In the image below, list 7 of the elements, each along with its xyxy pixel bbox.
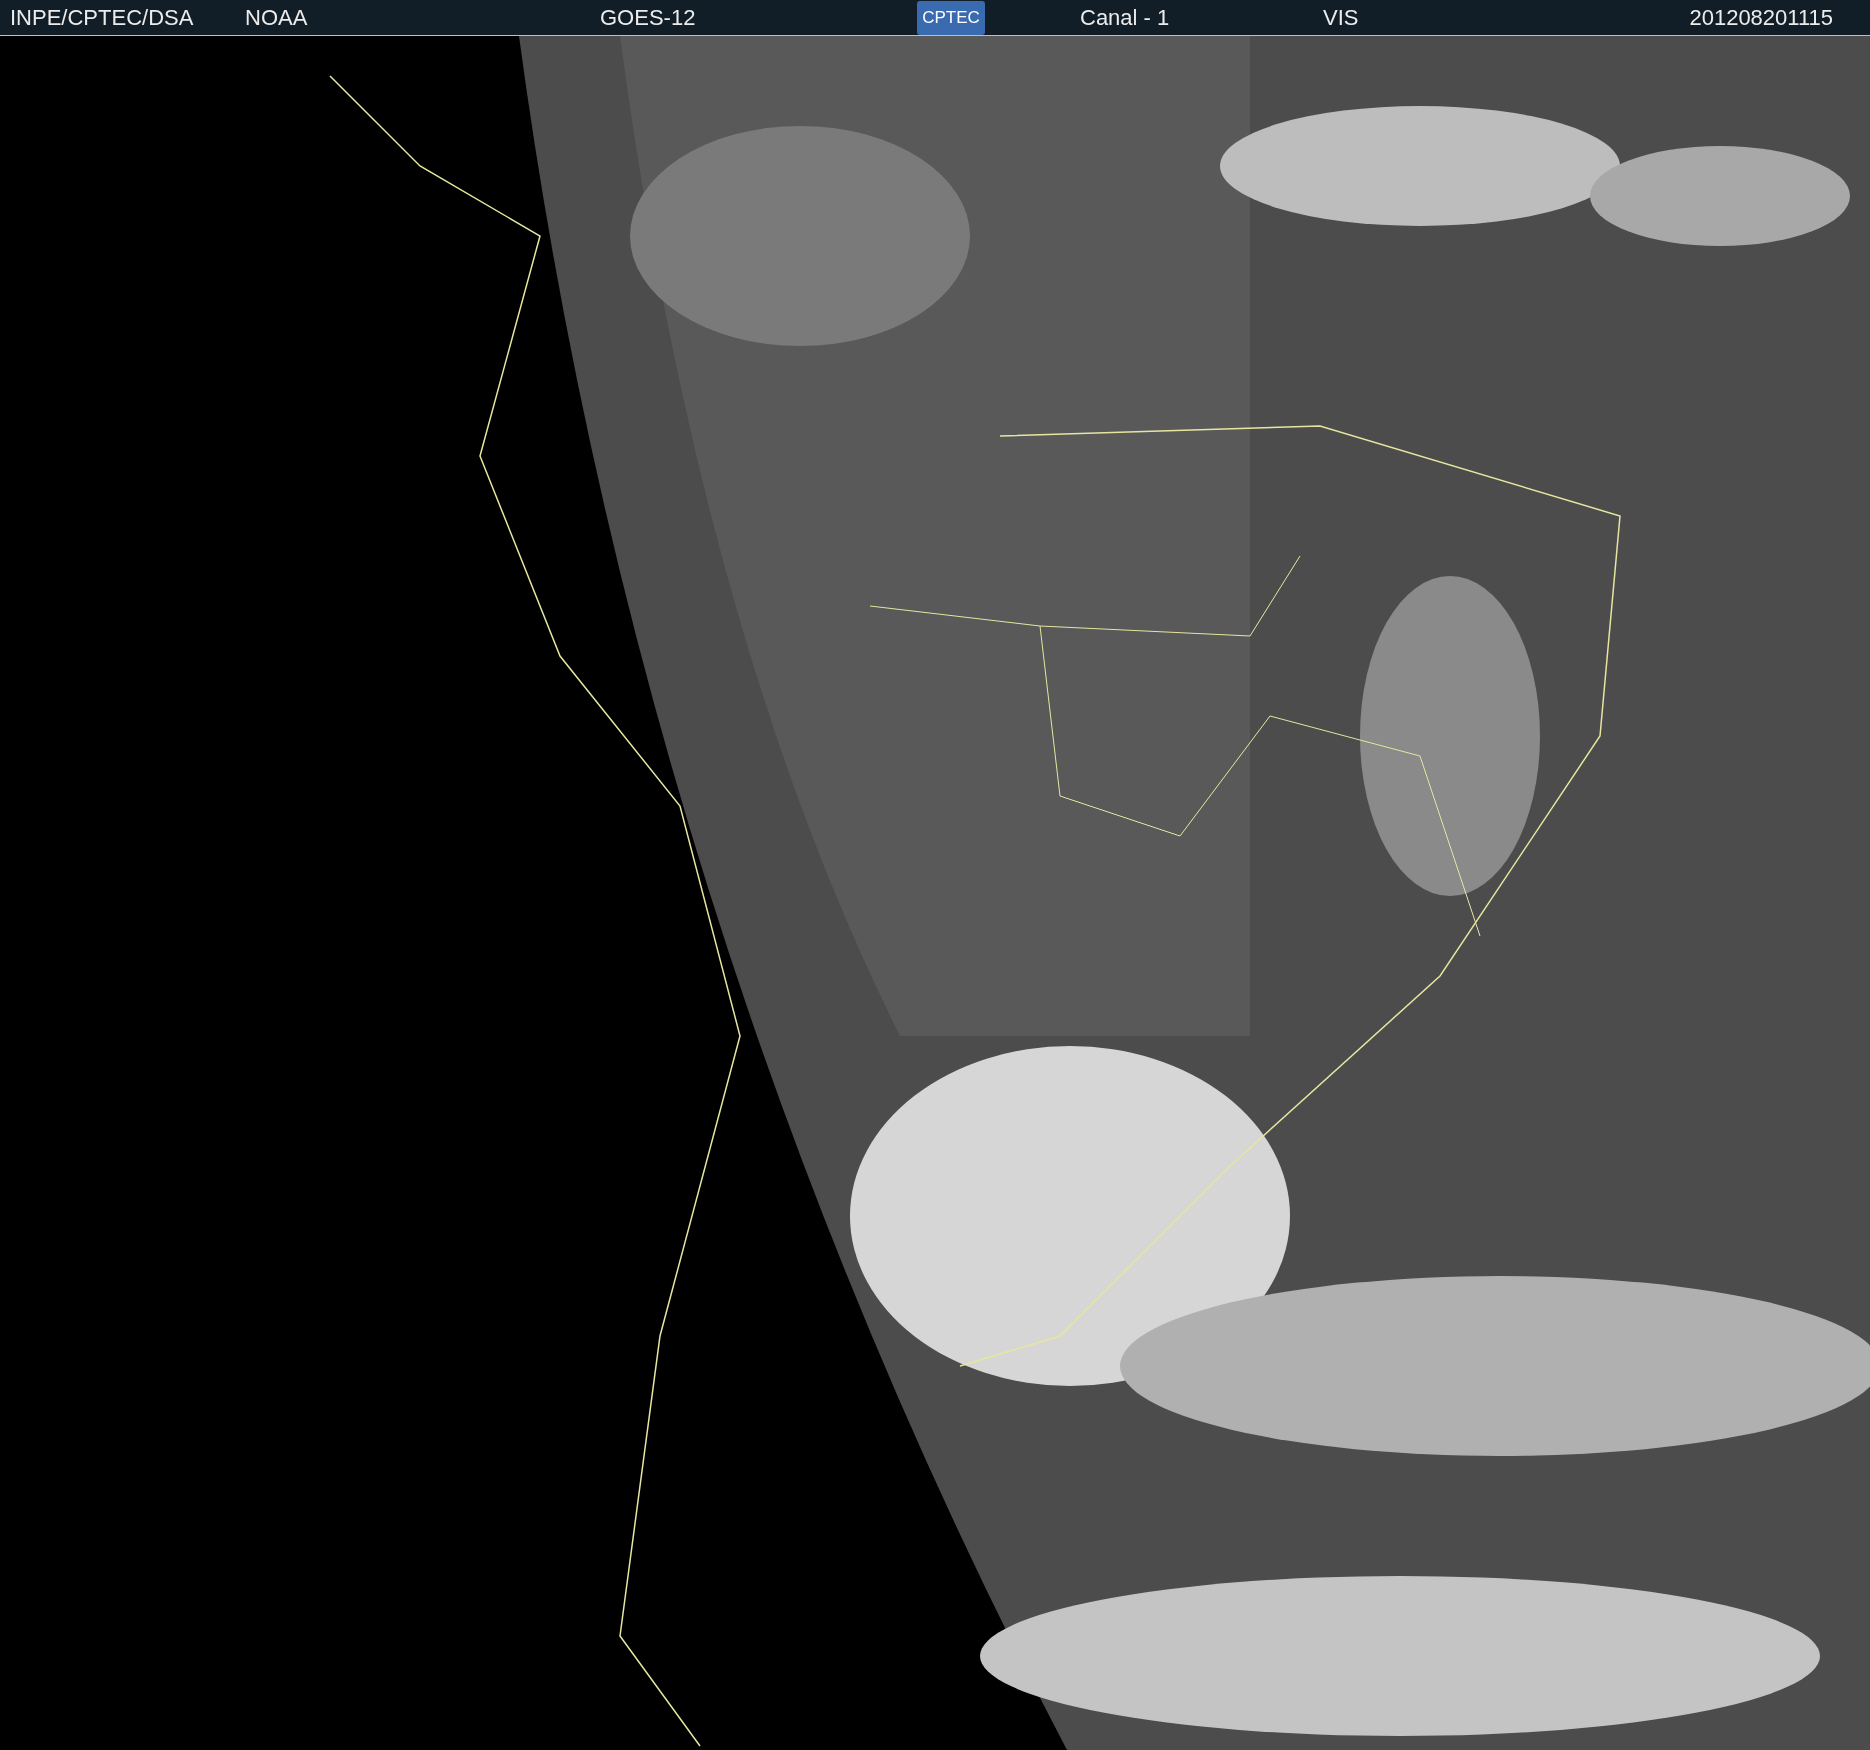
channel-label: Canal - 1 [1080,4,1171,31]
timestamp-label: 201208201115 [1689,4,1833,31]
satellite-label: GOES-12 [600,4,697,31]
source-label: NOAA [245,4,309,31]
agency-label: INPE/CPTEC/DSA [10,4,195,31]
logo: CPTEC [917,0,985,35]
band-label: VIS [1323,4,1360,31]
